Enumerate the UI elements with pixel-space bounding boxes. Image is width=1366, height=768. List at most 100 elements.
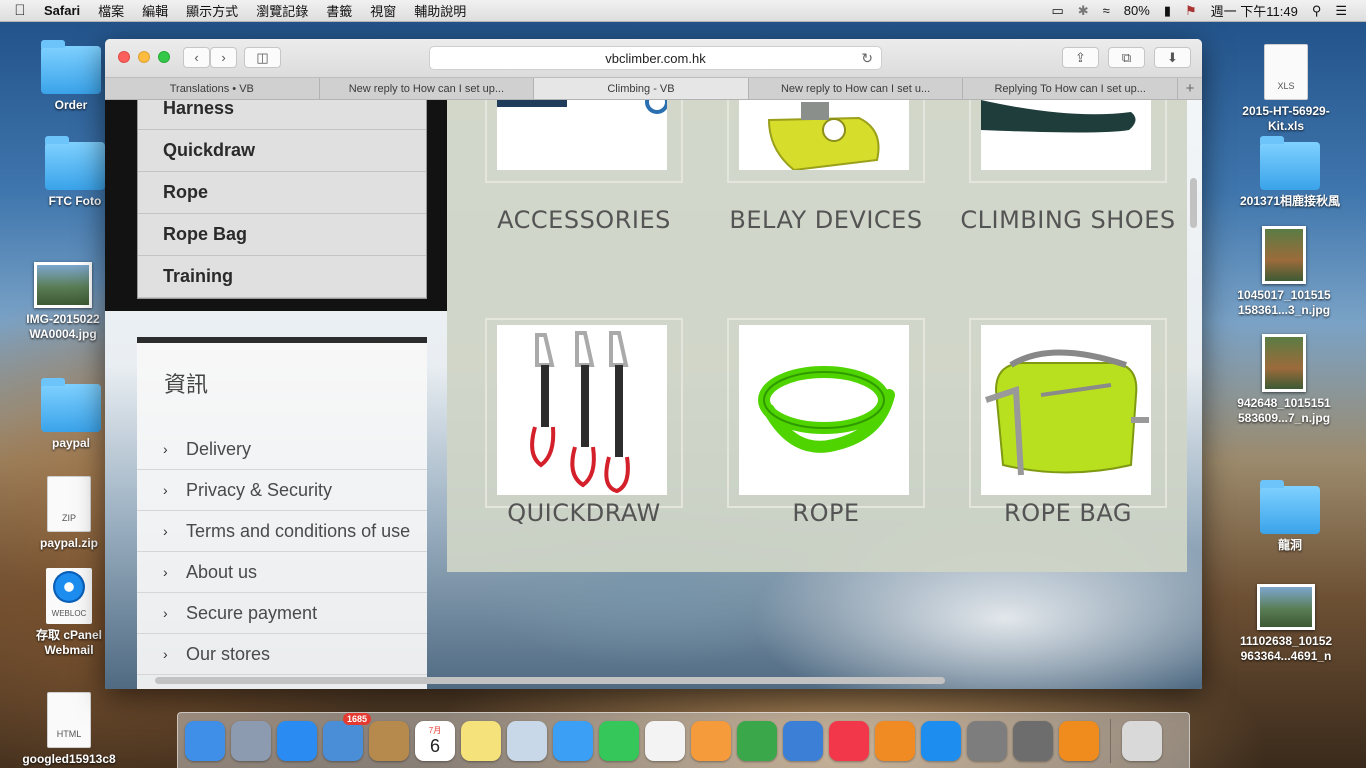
info-link-about-us[interactable]: › About us: [137, 552, 427, 593]
category-rope[interactable]: Rope: [138, 172, 426, 214]
messages-icon[interactable]: [553, 720, 593, 761]
tab-replying[interactable]: Replying To How can I set up...: [963, 78, 1178, 99]
product-name[interactable]: BELAY DEVICES: [707, 205, 945, 235]
info-link-terms[interactable]: › Terms and conditions of use: [137, 511, 427, 552]
chevron-right-icon: ›: [163, 605, 168, 621]
accessories-image[interactable]: [497, 100, 667, 170]
airplay-icon[interactable]: ▭: [1044, 3, 1070, 19]
finder-icon[interactable]: [185, 720, 225, 761]
tab-new-reply-1[interactable]: New reply to How can I set up...: [320, 78, 535, 99]
fullscreen-window-button[interactable]: [158, 51, 170, 63]
desktop-icon-photo-1045017[interactable]: 1045017_101515 158361...3_n.jpg: [1229, 226, 1339, 318]
vlc-icon[interactable]: [1059, 720, 1099, 761]
wifi-icon[interactable]: ≈: [1096, 3, 1117, 18]
contacts-icon[interactable]: [369, 720, 409, 761]
product-name[interactable]: ROPE BAG: [949, 498, 1187, 528]
notification-center-icon[interactable]: ☰: [1328, 3, 1354, 19]
product-name[interactable]: QUICKDRAW: [465, 498, 703, 528]
close-window-button[interactable]: [118, 51, 130, 63]
info-link-privacy[interactable]: › Privacy & Security: [137, 470, 427, 511]
keynote-icon[interactable]: [783, 720, 823, 761]
numbers-icon[interactable]: [737, 720, 777, 761]
downloads-icon[interactable]: ⬇: [1154, 47, 1191, 68]
category-harness[interactable]: Harness: [138, 100, 426, 130]
product-name[interactable]: ROPE: [707, 498, 945, 528]
quickdraw-image[interactable]: [497, 325, 667, 495]
climbing-shoes-image[interactable]: [981, 100, 1151, 170]
accessories-graphic: [497, 100, 667, 114]
launchpad-icon[interactable]: [231, 720, 271, 761]
info-link-delivery[interactable]: › Delivery: [137, 429, 427, 470]
share-icon[interactable]: ⇪: [1062, 47, 1099, 68]
calendar-icon[interactable]: 7月 6: [415, 720, 455, 761]
menu-window[interactable]: 視窗: [361, 1, 405, 20]
clock[interactable]: 週一 下午11:49: [1204, 1, 1305, 20]
category-quickdraw[interactable]: Quickdraw: [138, 130, 426, 172]
preview-icon[interactable]: [507, 720, 547, 761]
vertical-scrollbar[interactable]: [1190, 178, 1197, 228]
minimize-window-button[interactable]: [138, 51, 150, 63]
menu-bookmarks[interactable]: 書籤: [317, 1, 361, 20]
spotlight-icon[interactable]: ⚲: [1305, 3, 1329, 19]
folder-icon: [41, 378, 101, 432]
trash-icon[interactable]: [1122, 720, 1162, 761]
app-store-icon[interactable]: [921, 720, 961, 761]
photos-icon[interactable]: [645, 720, 685, 761]
category-rope-bag[interactable]: Rope Bag: [138, 214, 426, 256]
sidebar-toggle-icon[interactable]: ◫: [244, 47, 281, 68]
rope-bag-image[interactable]: [981, 325, 1151, 495]
image-thumbnail-icon: [1262, 226, 1306, 284]
new-tab-button[interactable]: +: [1178, 78, 1202, 99]
menu-app-name[interactable]: Safari: [40, 3, 89, 18]
apple-menu-icon[interactable]: : [0, 2, 40, 19]
pages-icon[interactable]: [691, 720, 731, 761]
menu-history[interactable]: 瀏覽記錄: [247, 1, 317, 20]
battery-percent[interactable]: 80%: [1117, 3, 1157, 18]
info-link-our-stores[interactable]: › Our stores: [137, 634, 427, 675]
notes-icon[interactable]: [461, 720, 501, 761]
desktop-icon-img-jpg[interactable]: IMG-2015022 WA0004.jpg: [8, 262, 118, 342]
system-preferences-icon[interactable]: [1013, 720, 1053, 761]
tabs-overview-icon[interactable]: ⧉: [1108, 47, 1145, 68]
mail-icon[interactable]: 1685: [323, 712, 371, 761]
belay-device-image[interactable]: [739, 100, 909, 170]
reload-icon[interactable]: ↻: [861, 50, 873, 67]
product-grid: ACCESSORIES BELAY DEVICES CLIMBING SHOES…: [447, 100, 1187, 572]
address-bar[interactable]: vbclimber.com.hk ↻: [429, 46, 882, 70]
desktop-icon-folder-longdong[interactable]: 龍洞: [1235, 480, 1345, 553]
desktop-icon-xls[interactable]: XLS 2015-HT-56929- Kit.xls: [1231, 44, 1341, 134]
safari-icon[interactable]: [277, 720, 317, 761]
calendar-day: 6: [429, 735, 440, 756]
menu-file[interactable]: 檔案: [89, 1, 133, 20]
tab-new-reply-2[interactable]: New reply to How can I set u...: [749, 78, 964, 99]
product-name[interactable]: ACCESSORIES: [465, 205, 703, 235]
menu-view[interactable]: 顯示方式: [177, 1, 247, 20]
dock: 1685 7月 6: [177, 712, 1190, 768]
horizontal-scrollbar[interactable]: [155, 677, 945, 684]
info-link-secure-payment[interactable]: › Secure payment: [137, 593, 427, 634]
battery-icon[interactable]: ▮: [1157, 3, 1178, 19]
itunes-icon[interactable]: [829, 720, 869, 761]
desktop-icon-photo-11102638[interactable]: 11102638_10152 963364...4691_n: [1231, 584, 1341, 664]
forward-button[interactable]: ›: [210, 47, 237, 68]
calculator-icon[interactable]: [967, 720, 1007, 761]
desktop-icon-photo-942648[interactable]: 942648_1015151 583609...7_n.jpg: [1229, 334, 1339, 426]
menu-help[interactable]: 輔助說明: [405, 1, 475, 20]
chevron-right-icon: ›: [163, 441, 168, 457]
menu-edit[interactable]: 編輯: [133, 1, 177, 20]
product-name[interactable]: CLIMBING SHOES: [949, 205, 1187, 235]
category-training[interactable]: Training: [138, 256, 426, 298]
desktop-icon-folder-chinese[interactable]: 201371相鹿接秋風: [1235, 136, 1345, 209]
tab-climbing[interactable]: Climbing - VB: [534, 78, 749, 99]
html-file-icon: HTML: [47, 692, 91, 748]
desktop-icon-html-file[interactable]: HTML googled15913c8: [14, 692, 124, 767]
rope-image[interactable]: [739, 325, 909, 495]
facetime-icon[interactable]: [599, 720, 639, 761]
bluetooth-icon[interactable]: ✱: [1071, 3, 1096, 19]
back-button[interactable]: ‹: [183, 47, 210, 68]
tab-translations[interactable]: Translations • VB: [105, 78, 320, 99]
folder-icon: [1260, 480, 1320, 534]
flag-us-icon[interactable]: ⚑: [1178, 3, 1204, 19]
ibooks-icon[interactable]: [875, 720, 915, 761]
category-menu: Harness Quickdraw Rope Rope Bag Training: [137, 100, 427, 299]
